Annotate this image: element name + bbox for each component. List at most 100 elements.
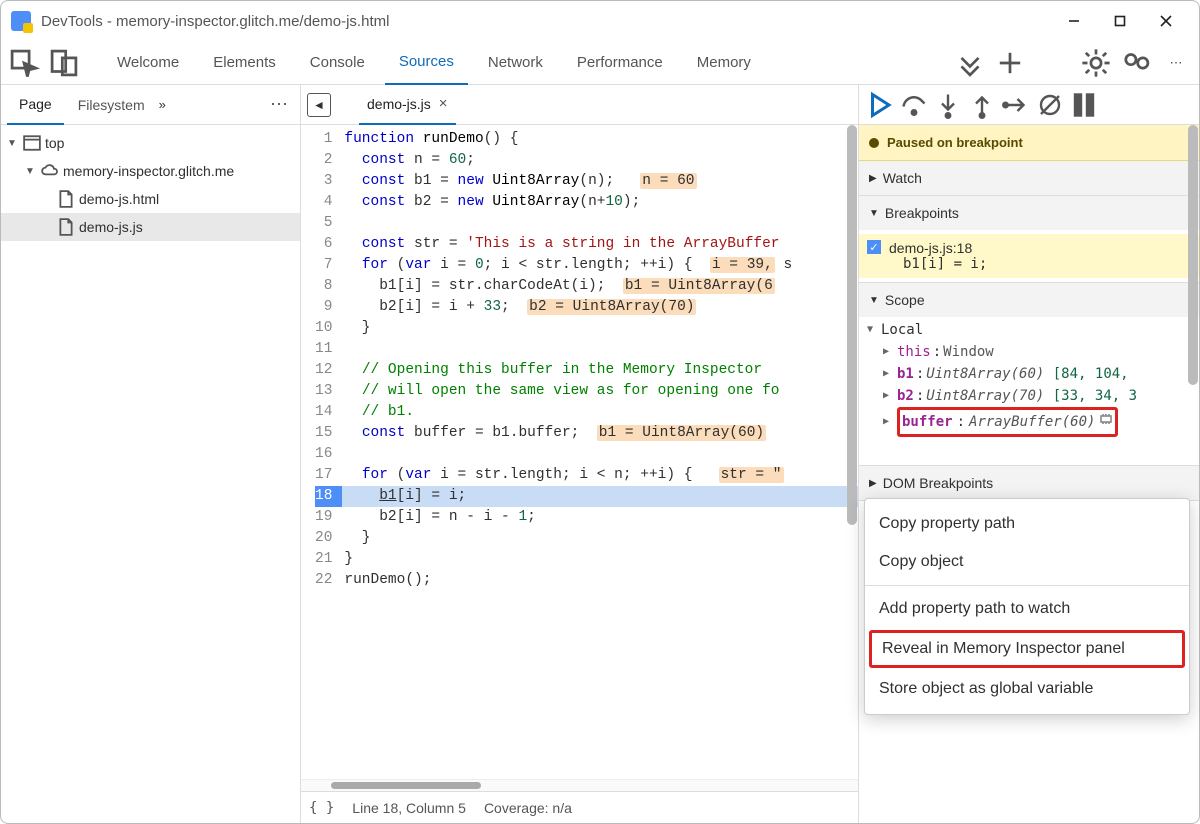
debugger-vscrollbar[interactable]: [1187, 125, 1199, 823]
tree-file-label: demo-js.js: [79, 219, 143, 235]
section-header[interactable]: ▶DOM Breakpoints: [859, 466, 1199, 500]
tree-domain[interactable]: ▼ memory-inspector.glitch.me: [1, 157, 300, 185]
tab-sources[interactable]: Sources: [385, 41, 468, 85]
tab-network[interactable]: Network: [474, 41, 557, 85]
tree-top[interactable]: ▼ top: [1, 129, 300, 157]
memory-icon[interactable]: [1099, 411, 1113, 433]
tab-console[interactable]: Console: [296, 41, 379, 85]
editor-statusbar: { } Line 18, Column 5 Coverage: n/a: [301, 791, 858, 823]
feedback-icon[interactable]: [1119, 46, 1153, 80]
cloud-icon: [41, 163, 59, 179]
section-title: DOM Breakpoints: [883, 475, 993, 491]
navigator-subtabs: Page Filesystem » ⋯: [1, 85, 300, 125]
step-into-icon[interactable]: [933, 90, 963, 120]
window-title: DevTools - memory-inspector.glitch.me/de…: [41, 13, 389, 30]
editor-pane: ◄ demo-js.js × 1234567891011121314151617…: [301, 85, 859, 823]
window-icon: [23, 135, 41, 151]
subtab-filesystem[interactable]: Filesystem: [66, 85, 157, 125]
tab-performance[interactable]: Performance: [563, 41, 677, 85]
navigator-pane: Page Filesystem » ⋯ ▼ top ▼ memory-inspe…: [1, 85, 301, 823]
caret-down-icon: ▼: [7, 138, 19, 149]
scope-buffer[interactable]: ▶ buffer: ArrayBuffer(60): [867, 407, 1199, 437]
checkbox-icon[interactable]: ✓: [867, 240, 881, 254]
editor-vscrollbar[interactable]: [846, 125, 858, 779]
section-watch: ▶Watch: [859, 161, 1199, 196]
caret-right-icon: ▶: [883, 363, 895, 385]
section-dom-breakpoints: ▶DOM Breakpoints: [859, 466, 1199, 501]
section-header[interactable]: ▼Breakpoints: [859, 196, 1199, 230]
inline-hint: b1 = Uint8Array(60): [597, 425, 766, 441]
breakpoint-snippet: b1[i] = i;: [889, 256, 1189, 272]
file-tab-strip: ◄ demo-js.js ×: [301, 85, 858, 125]
subtab-page[interactable]: Page: [7, 85, 64, 125]
file-tab[interactable]: demo-js.js ×: [359, 85, 456, 125]
editor-hscrollbar[interactable]: [301, 779, 858, 791]
scope-b2[interactable]: ▶b2: Uint8Array(70) [33, 34, 3: [867, 385, 1199, 407]
close-icon[interactable]: ×: [439, 95, 448, 112]
device-toggle-icon[interactable]: [47, 46, 81, 80]
new-tab-icon[interactable]: [993, 46, 1027, 80]
nav-back-icon[interactable]: ◄: [307, 93, 331, 117]
caret-right-icon: ▶: [869, 173, 877, 184]
step-over-icon[interactable]: [899, 90, 929, 120]
section-scope: ▼Scope ▼Local ▶this: Window ▶b1: Uint8Ar…: [859, 283, 1199, 466]
tree-file-js[interactable]: demo-js.js: [1, 213, 300, 241]
breakpoint-item[interactable]: ✓ demo-js.js:18 b1[i] = i;: [859, 234, 1199, 278]
step-out-icon[interactable]: [967, 90, 997, 120]
menu-add-watch[interactable]: Add property path to watch: [865, 590, 1189, 628]
code-body[interactable]: function runDemo() { const n = 60; const…: [342, 125, 858, 779]
menu-copy-property-path[interactable]: Copy property path: [865, 505, 1189, 543]
dot-icon: [869, 138, 879, 148]
tree-file-html[interactable]: demo-js.html: [1, 185, 300, 213]
app-icon: [11, 11, 31, 31]
breakpoint-file: demo-js.js:18: [889, 240, 1189, 256]
scope-this[interactable]: ▶this: Window: [867, 341, 1199, 363]
file-icon: [57, 219, 75, 235]
caret-down-icon: ▼: [869, 295, 879, 306]
line-gutter[interactable]: 12345678910111213141516171819202122: [301, 125, 342, 779]
tab-elements[interactable]: Elements: [199, 41, 290, 85]
titlebar: DevTools - memory-inspector.glitch.me/de…: [1, 1, 1199, 41]
scope-body: ▼Local ▶this: Window ▶b1: Uint8Array(60)…: [859, 317, 1199, 465]
scope-local-label: Local: [881, 319, 923, 341]
inline-hint: n = 60: [640, 173, 696, 189]
code-editor[interactable]: 12345678910111213141516171819202122 func…: [301, 125, 858, 779]
cursor-position: Line 18, Column 5: [352, 800, 466, 816]
caret-down-icon: ▼: [867, 319, 879, 341]
scope-local[interactable]: ▼Local: [867, 319, 1199, 341]
highlighted-scope-row: buffer: ArrayBuffer(60): [897, 407, 1118, 437]
minimize-button[interactable]: [1051, 1, 1097, 41]
menu-store-global[interactable]: Store object as global variable: [865, 670, 1189, 708]
paused-label: Paused on breakpoint: [887, 135, 1023, 150]
section-header[interactable]: ▼ Scope: [859, 283, 1199, 317]
settings-icon[interactable]: [1079, 46, 1113, 80]
tree-top-label: top: [45, 135, 64, 151]
section-header[interactable]: ▶Watch: [859, 161, 1199, 195]
tab-memory[interactable]: Memory: [683, 41, 765, 85]
tab-welcome[interactable]: Welcome: [103, 41, 193, 85]
pause-exceptions-icon[interactable]: [1069, 90, 1099, 120]
caret-right-icon: ▶: [883, 341, 895, 363]
caret-down-icon: ▼: [869, 208, 879, 219]
section-title: Scope: [885, 292, 925, 308]
more-subtabs-icon[interactable]: »: [159, 97, 185, 112]
coverage-status: Coverage: n/a: [484, 800, 572, 816]
devtools-window: DevTools - memory-inspector.glitch.me/de…: [0, 0, 1200, 824]
maximize-button[interactable]: [1097, 1, 1143, 41]
step-icon[interactable]: [1001, 90, 1031, 120]
menu-reveal-memory-inspector[interactable]: Reveal in Memory Inspector panel: [869, 630, 1185, 668]
menu-separator: [865, 585, 1189, 586]
file-icon: [57, 191, 75, 207]
scope-b1[interactable]: ▶b1: Uint8Array(60) [84, 104,: [867, 363, 1199, 385]
inspect-element-icon[interactable]: [7, 46, 41, 80]
close-button[interactable]: [1143, 1, 1189, 41]
navigator-overflow-icon[interactable]: ⋯: [264, 94, 294, 115]
menu-copy-object[interactable]: Copy object: [865, 543, 1189, 581]
kebab-menu-icon[interactable]: ⋯: [1159, 46, 1193, 80]
pretty-print-icon[interactable]: { }: [309, 800, 334, 816]
resume-icon[interactable]: [865, 90, 895, 120]
more-tabs-icon[interactable]: [953, 46, 987, 80]
deactivate-breakpoints-icon[interactable]: [1035, 90, 1065, 120]
caret-right-icon: ▶: [883, 385, 895, 407]
tree-file-label: demo-js.html: [79, 191, 159, 207]
